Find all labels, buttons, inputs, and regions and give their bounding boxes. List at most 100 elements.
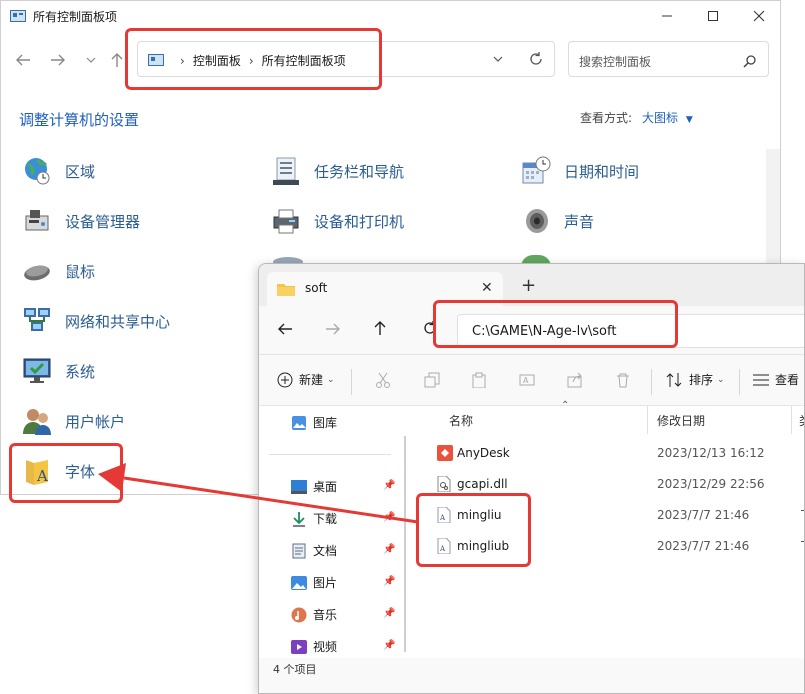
close-button[interactable] — [744, 5, 774, 27]
cp-item-sound[interactable]: 声音 — [520, 204, 594, 238]
file-list: ⌃ 名称 修改日期 类 AnyDesk 2023/12/13 16:12 gca… — [419, 400, 804, 658]
cp-item-taskbar[interactable]: 任务栏和导航 — [270, 154, 404, 188]
tab-soft[interactable]: soft ✕ — [267, 272, 503, 306]
cp-item-devices-printers[interactable]: 设备和打印机 — [270, 204, 404, 238]
cp-item-label: 设备管理器 — [65, 212, 141, 231]
font-folder-icon: A — [21, 455, 53, 487]
up-arrow-icon[interactable] — [373, 320, 387, 336]
close-tab-icon[interactable]: ✕ — [481, 280, 493, 296]
view-by-label: 查看方式: — [580, 111, 633, 125]
recent-chevron-icon[interactable] — [81, 51, 101, 69]
cp-item-region[interactable]: 区域 — [21, 154, 95, 188]
forward-arrow-icon[interactable] — [48, 51, 68, 69]
pin-icon[interactable]: 📌 — [383, 608, 395, 619]
copy-icon[interactable] — [424, 372, 440, 388]
pin-icon[interactable]: 📌 — [383, 480, 395, 491]
sidebar-label: 图片 — [313, 576, 338, 590]
column-header-name[interactable]: 名称 — [449, 412, 473, 429]
share-icon[interactable] — [567, 372, 583, 388]
new-tab-icon[interactable]: + — [521, 275, 536, 296]
file-date: 2023/12/29 22:56 — [657, 477, 765, 491]
cp-item-label: 用户帐户 — [65, 412, 126, 431]
view-button[interactable]: 查看 — [753, 371, 799, 388]
rename-icon[interactable]: A — [519, 372, 535, 388]
taskbar-icon — [270, 155, 302, 187]
window-title: 所有控制面板项 — [33, 10, 118, 24]
item-count: 4 个项目 — [273, 663, 317, 676]
cp-item-device-manager[interactable]: 设备管理器 — [21, 204, 140, 238]
divider — [351, 369, 352, 395]
cp-item-user-accounts[interactable]: 用户帐户 — [21, 404, 125, 438]
tab-title: soft — [305, 281, 328, 295]
sidebar-item-downloads[interactable]: 下载 — [291, 510, 337, 527]
column-header-modified[interactable]: 修改日期 — [657, 412, 705, 429]
maximize-button[interactable] — [698, 5, 728, 27]
cut-icon[interactable] — [375, 372, 391, 388]
file-row[interactable]: gcapi.dll 2023/12/29 22:56 — [419, 469, 804, 499]
refresh-icon[interactable] — [529, 52, 543, 66]
speaker-icon — [520, 205, 552, 237]
file-row[interactable]: A mingliub 2023/7/7 21:46 T — [419, 531, 804, 561]
sort-button[interactable]: 排序 ⌄ — [665, 371, 725, 388]
forward-arrow-icon[interactable] — [325, 322, 341, 336]
view-by-dropdown[interactable]: 大图标 — [642, 111, 678, 125]
download-icon — [291, 511, 307, 527]
pin-icon[interactable]: 📌 — [383, 544, 395, 555]
cp-item-fonts[interactable]: A 字体 — [21, 454, 95, 488]
sidebar-item-videos[interactable]: 视频 — [291, 638, 337, 655]
pane-splitter[interactable] — [404, 436, 406, 652]
back-arrow-icon[interactable] — [277, 322, 293, 336]
file-row[interactable]: A mingliu 2023/7/7 21:46 T — [419, 500, 804, 530]
breadcrumb-item[interactable]: 所有控制面板项 — [262, 52, 346, 69]
paste-icon[interactable] — [471, 372, 487, 388]
minimize-button[interactable] — [652, 5, 682, 27]
cp-item-label: 设备和打印机 — [314, 212, 405, 231]
sidebar-item-documents[interactable]: 文档 — [291, 542, 337, 559]
pictures-icon — [291, 575, 307, 591]
folder-icon — [277, 281, 295, 300]
cp-item-label: 日期和时间 — [564, 162, 640, 181]
breadcrumb-item[interactable]: 控制面板 — [193, 52, 241, 69]
cp-item-label: 任务栏和导航 — [314, 162, 405, 181]
chevron-down-icon[interactable] — [493, 56, 503, 62]
file-type: T — [801, 508, 804, 522]
cp-item-date-time[interactable]: 日期和时间 — [520, 154, 639, 188]
cp-item-mouse[interactable]: 鼠标 — [21, 254, 95, 288]
pin-icon[interactable]: 📌 — [383, 512, 395, 523]
new-label: 新建 — [299, 373, 324, 387]
file-name: mingliub — [457, 539, 510, 553]
file-row[interactable]: AnyDesk 2023/12/13 16:12 — [419, 438, 804, 468]
calendar-clock-icon — [520, 155, 552, 187]
cp-item-label: 区域 — [65, 162, 96, 181]
refresh-icon[interactable] — [423, 321, 437, 335]
sidebar-item-gallery[interactable]: 图库 — [291, 414, 337, 431]
column-divider[interactable] — [791, 406, 792, 434]
explorer-address-bar[interactable]: C:\GAME\N-Age-lv\soft — [457, 314, 804, 348]
search-icon[interactable] — [743, 53, 756, 72]
address-bar[interactable]: › 控制面板 › 所有控制面板项 — [137, 41, 555, 77]
delete-icon[interactable] — [615, 372, 631, 388]
dll-file-icon — [437, 475, 451, 496]
explorer-body: 图库 桌面 📌 下载 📌 文档 📌 图片 📌 音乐 📌 视频 📌 ⌃ 名称 修改… — [259, 400, 804, 658]
device-manager-icon — [21, 205, 53, 237]
network-icon — [21, 305, 53, 337]
font-file-icon: A — [437, 537, 451, 558]
address-path: C:\GAME\N-Age-lv\soft — [472, 324, 617, 339]
pin-icon[interactable]: 📌 — [383, 576, 395, 587]
sidebar-item-music[interactable]: 音乐 — [291, 606, 337, 623]
column-divider[interactable] — [647, 406, 648, 434]
cp-item-system[interactable]: 系统 — [21, 354, 95, 388]
column-header-type[interactable]: 类 — [799, 412, 804, 429]
sort-icon — [665, 372, 683, 388]
dropdown-triangle-icon[interactable]: ▼ — [686, 115, 693, 125]
cp-item-network[interactable]: 网络和共享中心 — [21, 304, 170, 338]
sidebar-label: 桌面 — [313, 480, 338, 494]
back-arrow-icon[interactable] — [13, 51, 33, 69]
search-input[interactable]: 搜索控制面板 — [568, 41, 769, 77]
up-arrow-icon[interactable] — [107, 51, 127, 69]
new-button[interactable]: 新建 ⌄ — [277, 371, 335, 388]
file-type: T — [801, 539, 804, 553]
sidebar-item-pictures[interactable]: 图片 — [291, 574, 337, 591]
pin-icon[interactable]: 📌 — [383, 640, 395, 651]
sidebar-item-desktop[interactable]: 桌面 — [291, 478, 337, 495]
